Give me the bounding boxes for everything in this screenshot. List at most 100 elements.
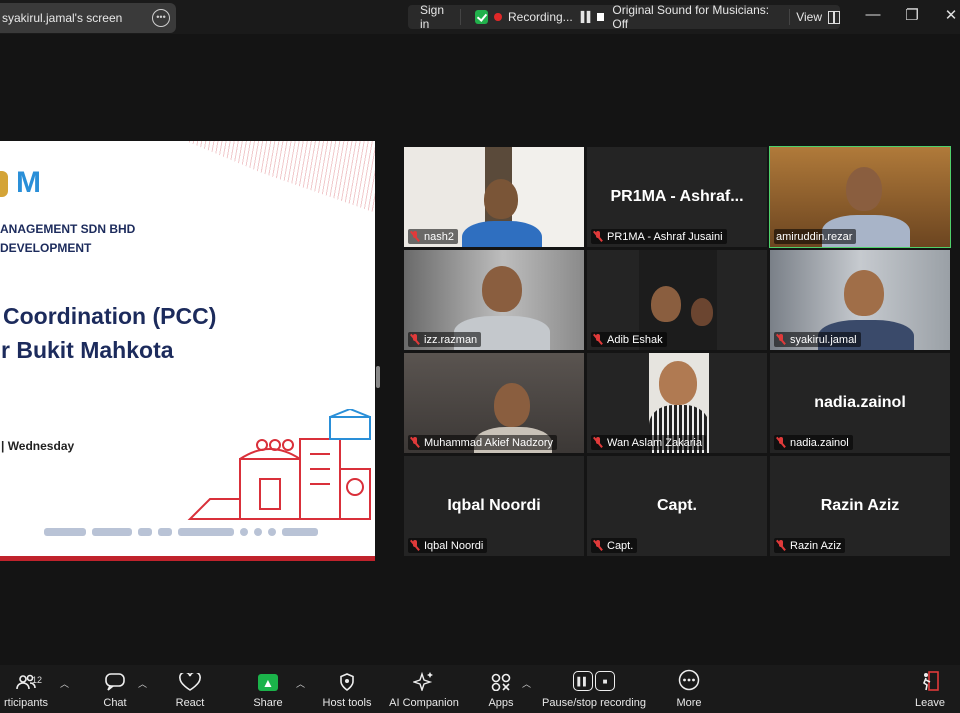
participant-tile[interactable]: Muhammad Akief Nadzory	[404, 353, 584, 453]
participant-name-label: PR1MA - Ashraf Jusaini	[591, 229, 727, 244]
participant-tile[interactable]: syakirul.jamal	[770, 250, 950, 350]
original-sound-toggle[interactable]: Original Sound for Musicians: Off	[612, 3, 777, 31]
react-button[interactable]: React	[172, 665, 208, 713]
recording-status: Recording...	[507, 10, 573, 24]
participant-name-label: nadia.zainol	[774, 435, 853, 450]
muted-mic-icon	[776, 437, 786, 448]
slide-title-line1: Coordination (PCC)	[3, 303, 217, 329]
restore-icon[interactable]: ❐	[897, 6, 927, 24]
slide-company-name: ANAGEMENT SDN BHD	[0, 222, 136, 236]
chat-caret-icon[interactable]: ︿	[138, 677, 147, 690]
participant-name-label: Muhammad Akief Nadzory	[408, 435, 557, 450]
participant-tile[interactable]: Iqbal Noordi Iqbal Noordi	[404, 456, 584, 556]
muted-mic-icon	[410, 540, 420, 551]
video-grid: nash2 PR1MA - Ashraf... PR1MA - Ashraf J…	[404, 146, 956, 559]
participant-name-label: Razin Aziz	[774, 538, 846, 553]
more-label: More	[676, 697, 702, 709]
record-controls-icon: ▌▌ ■	[540, 665, 648, 691]
muted-mic-icon	[410, 231, 420, 242]
muted-mic-icon	[410, 334, 420, 345]
screen-share-label[interactable]: syakirul.jamal's screen •••	[0, 3, 176, 33]
share-caret-icon[interactable]: ︿	[296, 677, 305, 690]
ai-companion-button[interactable]: AI Companion	[388, 665, 460, 713]
participants-caret-icon[interactable]: ︿	[60, 677, 69, 690]
minimize-icon[interactable]: —	[858, 6, 888, 23]
ai-companion-label: AI Companion	[389, 697, 459, 709]
participant-tile[interactable]: nadia.zainol nadia.zainol	[770, 353, 950, 453]
sparkle-icon	[388, 665, 460, 691]
stop-recording-icon[interactable]	[596, 13, 605, 21]
participant-tile[interactable]: Adib Eshak	[587, 250, 767, 350]
participant-name-label: syakirul.jamal	[774, 332, 861, 347]
view-label: View	[796, 10, 822, 24]
chat-button[interactable]: Chat	[98, 665, 132, 713]
pr1ma-logo: M	[16, 166, 41, 199]
participant-tile[interactable]: nash2	[404, 147, 584, 247]
screen-share-label-text: syakirul.jamal's screen	[2, 11, 123, 25]
participant-name-label: Capt.	[591, 538, 638, 553]
meeting-status-bar: Sign in Recording... ▌▌ Original Sound f…	[408, 3, 840, 31]
participants-icon	[0, 665, 52, 691]
chat-label: Chat	[103, 697, 127, 709]
muted-mic-icon	[593, 334, 603, 345]
close-icon[interactable]: ✕	[936, 6, 960, 24]
more-icon	[672, 665, 706, 691]
participants-label: rticipants	[3, 697, 49, 709]
participants-button[interactable]: 12 rticipants	[0, 665, 52, 713]
slide-red-strip	[0, 556, 375, 561]
apps-label: Apps	[488, 697, 514, 709]
participant-tile-active-speaker[interactable]: amiruddin.rezar	[769, 146, 951, 248]
participant-name-label: Wan Aslam Zakaria	[591, 435, 706, 450]
sign-in-link[interactable]: Sign in	[420, 3, 454, 31]
coat-of-arms-logo	[0, 171, 8, 197]
participant-tile[interactable]: Wan Aslam Zakaria	[587, 353, 767, 453]
leave-icon	[912, 665, 948, 691]
meeting-toolbar: 12 rticipants ︿ Chat ︿ React ▲ Share ︿ H…	[0, 665, 960, 713]
slide-department: DEVELOPMENT	[0, 241, 92, 255]
host-tools-label: Host tools	[322, 697, 372, 709]
apps-button[interactable]: Apps	[484, 665, 518, 713]
shared-screen-slide: M ANAGEMENT SDN BHD DEVELOPMENT Coordina…	[0, 141, 375, 561]
react-label: React	[175, 697, 205, 709]
view-button[interactable]: View	[796, 10, 840, 24]
participant-name-label: izz.razman	[408, 332, 482, 347]
share-icon: ▲	[250, 665, 286, 691]
share-label: Share	[253, 697, 283, 709]
leave-label: Leave	[915, 697, 945, 709]
slide-title-line2: r Bukit Mahkota	[1, 337, 174, 363]
participant-tile[interactable]: Razin Aziz Razin Aziz	[770, 456, 950, 556]
shield-icon	[320, 665, 374, 691]
muted-mic-icon	[776, 334, 786, 345]
muted-mic-icon	[593, 540, 603, 551]
encryption-shield-icon[interactable]	[475, 10, 489, 24]
muted-mic-icon	[593, 231, 603, 242]
apps-icon	[484, 665, 518, 691]
heart-icon	[172, 665, 208, 691]
pause-stop-recording-button[interactable]: ▌▌ ■ Pause/stop recording	[540, 665, 648, 713]
participant-name-label: amiruddin.rezar	[774, 229, 857, 244]
muted-mic-icon	[776, 540, 786, 551]
top-bar: syakirul.jamal's screen ••• Sign in Reco…	[0, 0, 960, 34]
apps-caret-icon[interactable]: ︿	[522, 677, 531, 690]
participants-count: 12	[32, 675, 43, 685]
record-label: Pause/stop recording	[542, 697, 646, 709]
muted-mic-icon	[410, 437, 420, 448]
slide-sponsor-logos	[44, 525, 354, 539]
split-view-handle[interactable]	[376, 366, 380, 388]
participant-tile[interactable]: PR1MA - Ashraf... PR1MA - Ashraf Jusaini	[587, 147, 767, 247]
recording-dot-icon	[494, 13, 502, 21]
more-button[interactable]: More	[672, 665, 706, 713]
building-illustration	[187, 409, 371, 520]
more-options-icon[interactable]: •••	[152, 9, 170, 27]
host-tools-button[interactable]: Host tools	[320, 665, 374, 713]
chat-icon	[98, 665, 132, 691]
muted-mic-icon	[593, 437, 603, 448]
participant-tile[interactable]: izz.razman	[404, 250, 584, 350]
leave-button[interactable]: Leave	[912, 665, 948, 713]
pause-recording-icon[interactable]: ▌▌	[581, 12, 594, 23]
participant-tile[interactable]: Capt. Capt.	[587, 456, 767, 556]
share-button[interactable]: ▲ Share	[250, 665, 286, 713]
slide-date: | Wednesday	[1, 439, 75, 453]
view-layout-icon	[828, 10, 840, 24]
slide-dot-pattern	[186, 141, 375, 213]
